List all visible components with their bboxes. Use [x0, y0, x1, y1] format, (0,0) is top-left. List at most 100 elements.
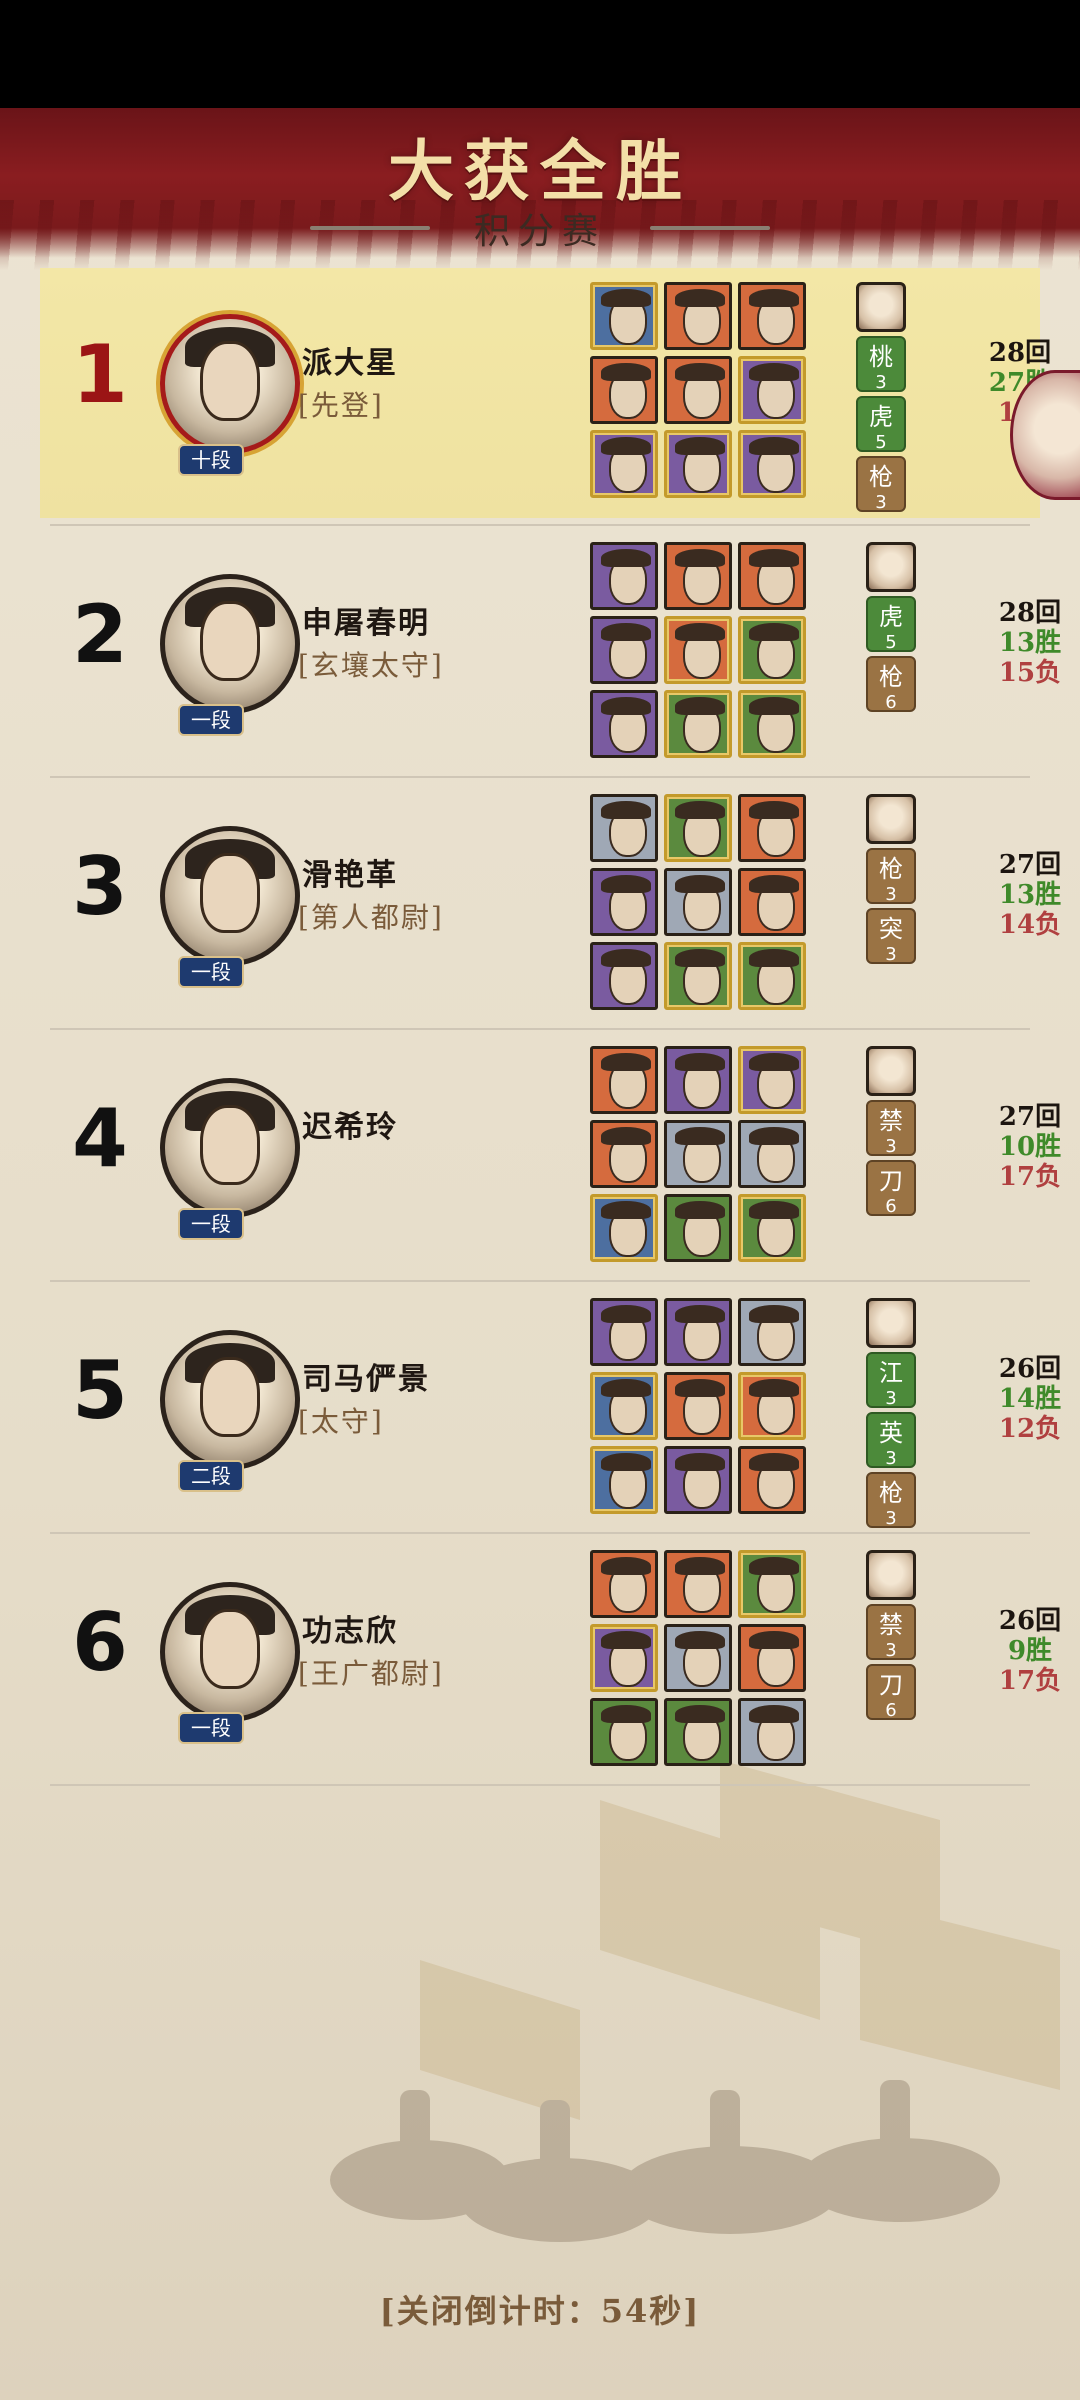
general-card[interactable] — [738, 542, 806, 610]
leaderboard-row-4[interactable]: 4 一段 迟希玲 禁3 刀6 27回 10胜 17负 — [50, 1032, 1061, 1282]
general-card[interactable] — [664, 616, 732, 684]
general-card[interactable] — [738, 616, 806, 684]
leaderboard-row-5[interactable]: 5 二段 司马俨景 [太守] 江3 英3 枪3 26回 14胜 12负 — [50, 1284, 1061, 1534]
row-divider — [50, 1028, 1030, 1030]
general-card[interactable] — [590, 1120, 658, 1188]
general-card[interactable] — [738, 868, 806, 936]
general-card[interactable] — [738, 1194, 806, 1262]
general-card[interactable] — [590, 1624, 658, 1692]
general-card[interactable] — [664, 868, 732, 936]
general-lineup-grid — [590, 1550, 810, 1774]
leaderboard-row-6[interactable]: 6 一段 功志欣 [王广都尉] 禁3 刀6 26回 9胜 17负 — [50, 1536, 1061, 1786]
general-card[interactable] — [664, 1698, 732, 1766]
wins-count: 9胜 — [1007, 1636, 1053, 1666]
general-card[interactable] — [738, 942, 806, 1010]
player-avatar[interactable] — [160, 1078, 300, 1218]
general-card[interactable] — [738, 1298, 806, 1366]
general-card[interactable] — [590, 542, 658, 610]
companion-avatar[interactable] — [866, 542, 916, 592]
general-card[interactable] — [590, 1298, 658, 1366]
player-title: [先登] — [298, 389, 384, 422]
general-card[interactable] — [664, 794, 732, 862]
player-name: 司马俨景 — [302, 1362, 430, 1397]
player-avatar[interactable] — [160, 314, 300, 454]
companion-avatar[interactable] — [856, 282, 906, 332]
general-card[interactable] — [590, 1550, 658, 1618]
wins-count: 14胜 — [998, 1384, 1062, 1414]
general-card[interactable] — [738, 1372, 806, 1440]
general-card[interactable] — [664, 356, 732, 424]
companion-avatar[interactable] — [866, 1046, 916, 1096]
general-card[interactable] — [590, 1194, 658, 1262]
general-card[interactable] — [738, 1120, 806, 1188]
general-card[interactable] — [664, 1120, 732, 1188]
general-card[interactable] — [664, 1298, 732, 1366]
general-card[interactable] — [738, 282, 806, 350]
general-card[interactable] — [664, 942, 732, 1010]
companion-avatar[interactable] — [866, 1298, 916, 1348]
general-card[interactable] — [664, 1550, 732, 1618]
player-avatar[interactable] — [160, 826, 300, 966]
leaderboard-row-3[interactable]: 3 一段 滑艳革 [第人都尉] 枪3 突3 27回 13胜 14负 — [50, 780, 1061, 1030]
general-card[interactable] — [590, 1698, 658, 1766]
general-lineup-grid — [590, 542, 810, 766]
general-card[interactable] — [590, 1046, 658, 1114]
general-card[interactable] — [738, 356, 806, 424]
player-avatar[interactable] — [160, 1582, 300, 1722]
general-card[interactable] — [590, 282, 658, 350]
general-card[interactable] — [590, 430, 658, 498]
general-card[interactable] — [590, 794, 658, 862]
general-card[interactable] — [738, 1624, 806, 1692]
general-card[interactable] — [664, 1372, 732, 1440]
companion-avatar[interactable] — [866, 1550, 916, 1600]
skill-tag: 刀6 — [866, 1664, 916, 1721]
rounds-played: 27回 — [998, 1102, 1062, 1132]
general-card[interactable] — [738, 1446, 806, 1514]
general-card[interactable] — [664, 1624, 732, 1692]
skill-tag: 刀6 — [866, 1160, 916, 1217]
rank-number: 6 — [72, 1596, 128, 1689]
general-card[interactable] — [590, 868, 658, 936]
general-card[interactable] — [590, 690, 658, 758]
general-card[interactable] — [664, 430, 732, 498]
general-card[interactable] — [738, 1046, 806, 1114]
companion-avatar[interactable] — [866, 794, 916, 844]
general-card[interactable] — [590, 1372, 658, 1440]
losses-count: 17负 — [998, 1666, 1062, 1696]
record-stats: 26回 9胜 17负 — [980, 1606, 1080, 1696]
general-card[interactable] — [590, 356, 658, 424]
rank-number: 1 — [72, 328, 128, 421]
general-card[interactable] — [664, 1046, 732, 1114]
general-card[interactable] — [664, 282, 732, 350]
leaderboard-row-1[interactable]: 1 十段 派大星 [先登] 桃3 虎5 枪3 28回 27胜 1负 — [40, 268, 1051, 518]
general-card[interactable] — [664, 690, 732, 758]
general-card[interactable] — [664, 542, 732, 610]
skill-tag: 虎5 — [866, 596, 916, 653]
skill-tag: 突3 — [866, 908, 916, 965]
skill-tag: 禁3 — [866, 1604, 916, 1661]
wins-count: 13胜 — [998, 628, 1062, 658]
general-card[interactable] — [590, 1446, 658, 1514]
player-name: 滑艳革 — [302, 858, 398, 893]
losses-count: 14负 — [998, 910, 1062, 940]
general-card[interactable] — [738, 1698, 806, 1766]
leaderboard-row-2[interactable]: 2 一段 申屠春明 [玄壤太守] 虎5 枪6 28回 13胜 15负 — [50, 528, 1061, 778]
general-card[interactable] — [738, 690, 806, 758]
player-avatar[interactable] — [160, 1330, 300, 1470]
dan-badge: 二段 — [178, 1460, 244, 1492]
skill-column: 桃3 虎5 枪3 — [856, 282, 908, 516]
general-lineup-grid — [590, 1298, 810, 1522]
general-card[interactable] — [738, 430, 806, 498]
player-title: [第人都尉] — [298, 901, 444, 934]
row-divider — [50, 1532, 1030, 1534]
general-card[interactable] — [590, 942, 658, 1010]
general-card[interactable] — [738, 1550, 806, 1618]
player-avatar[interactable] — [160, 574, 300, 714]
record-stats: 27回 10胜 17负 — [980, 1102, 1080, 1192]
general-card[interactable] — [664, 1194, 732, 1262]
general-lineup-grid — [590, 1046, 810, 1270]
row-divider — [50, 776, 1030, 778]
general-card[interactable] — [590, 616, 658, 684]
general-card[interactable] — [738, 794, 806, 862]
general-card[interactable] — [664, 1446, 732, 1514]
